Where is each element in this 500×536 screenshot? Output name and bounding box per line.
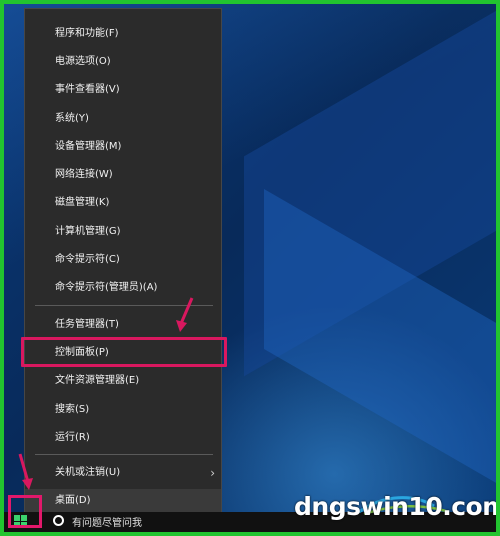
menu-item-label: 系统(Y): [55, 113, 89, 124]
menu-item-label: 电源选项(O): [55, 56, 111, 67]
menu-item-desktop[interactable]: 桌面(D): [25, 489, 221, 513]
menu-item-label: 关机或注销(U): [55, 467, 121, 478]
menu-item-label: 任务管理器(T): [55, 319, 119, 330]
menu-item-label: 事件查看器(V): [55, 84, 120, 95]
menu-item-network-connections[interactable]: 网络连接(W): [25, 163, 221, 187]
screenshot-frame: 程序和功能(F) 电源选项(O) 事件查看器(V) 系统(Y) 设备管理器(M)…: [0, 0, 500, 536]
menu-item-disk-management[interactable]: 磁盘管理(K): [25, 191, 221, 215]
menu-item-file-explorer[interactable]: 文件资源管理器(E): [25, 369, 221, 393]
menu-item-label: 桌面(D): [55, 495, 91, 506]
menu-item-event-viewer[interactable]: 事件查看器(V): [25, 78, 221, 102]
watermark-text: dngswin10.com: [294, 492, 500, 521]
menu-item-label: 设备管理器(M): [55, 141, 122, 152]
menu-item-programs-features[interactable]: 程序和功能(F): [25, 22, 221, 46]
highlight-box-start-button: [8, 495, 42, 528]
red-arrow-icon: [18, 453, 33, 490]
chevron-right-icon: ›: [210, 466, 215, 480]
menu-item-label: 程序和功能(F): [55, 28, 119, 39]
winx-menu: 程序和功能(F) 电源选项(O) 事件查看器(V) 系统(Y) 设备管理器(M)…: [24, 8, 222, 519]
menu-item-computer-management[interactable]: 计算机管理(G): [25, 220, 221, 244]
menu-item-command-prompt[interactable]: 命令提示符(C): [25, 248, 221, 272]
menu-item-system[interactable]: 系统(Y): [25, 107, 221, 131]
menu-item-label: 文件资源管理器(E): [55, 375, 140, 386]
menu-item-run[interactable]: 运行(R): [25, 426, 221, 450]
cortana-icon[interactable]: [53, 515, 64, 526]
search-box-placeholder[interactable]: 有问题尽管问我: [72, 514, 142, 529]
menu-item-device-manager[interactable]: 设备管理器(M): [25, 135, 221, 159]
menu-item-label: 命令提示符(管理员)(A): [55, 282, 158, 293]
menu-item-shutdown-signout[interactable]: 关机或注销(U) ›: [25, 461, 221, 485]
menu-separator: [35, 454, 213, 455]
red-arrow-icon: [176, 297, 194, 332]
menu-item-label: 运行(R): [55, 432, 90, 443]
menu-item-label: 命令提示符(C): [55, 254, 120, 265]
menu-item-power-options[interactable]: 电源选项(O): [25, 50, 221, 74]
menu-item-label: 网络连接(W): [55, 169, 113, 180]
menu-item-search[interactable]: 搜索(S): [25, 398, 221, 422]
highlight-box-control-panel: [21, 337, 227, 367]
menu-item-label: 磁盘管理(K): [55, 197, 110, 208]
menu-item-label: 计算机管理(G): [55, 226, 121, 237]
menu-item-label: 搜索(S): [55, 404, 90, 415]
